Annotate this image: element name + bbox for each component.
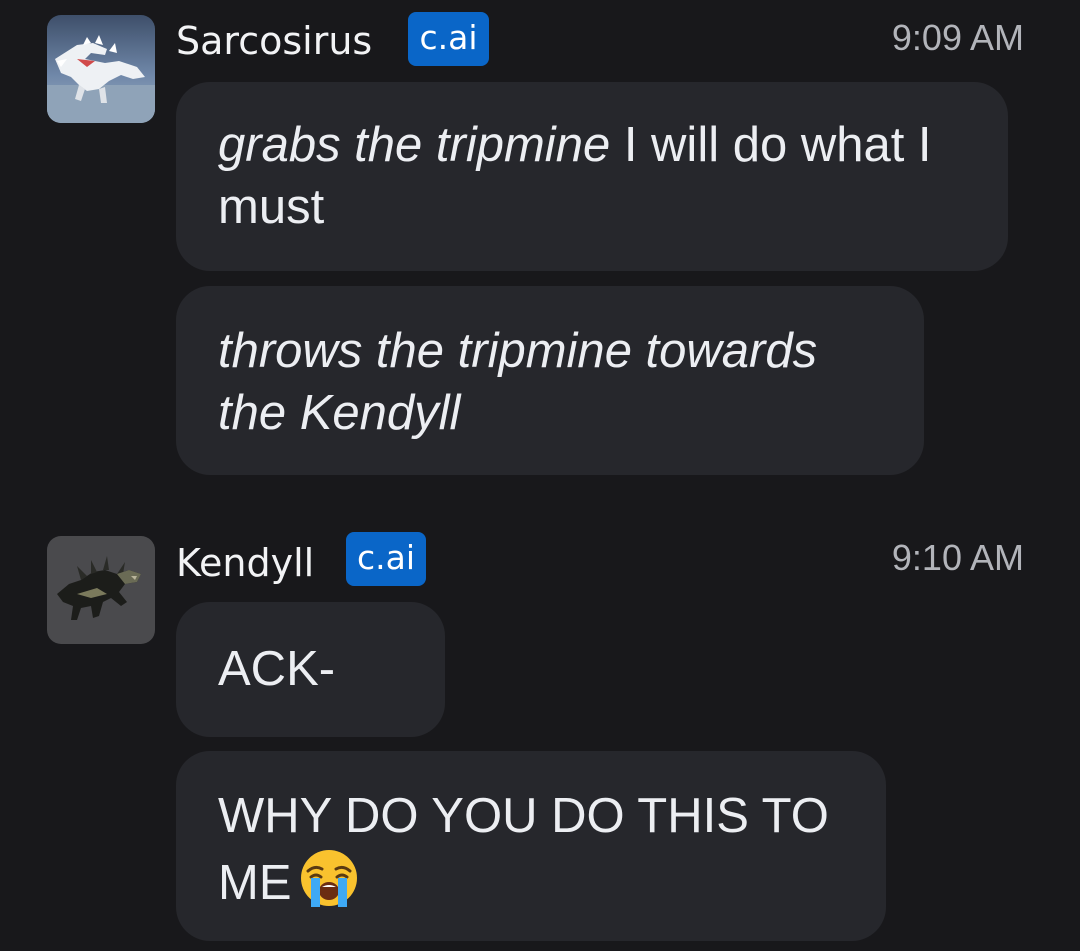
- message-timestamp: 9:09 AM: [891, 17, 1024, 58]
- dark-dinosaur-avatar[interactable]: [47, 536, 155, 644]
- message-bubble[interactable]: WHY DO YOU DO THIS TO ME: [176, 751, 886, 941]
- sender-name: Kendyll: [176, 541, 315, 585]
- message-bubble[interactable]: throws the tripmine towards the Kendyll: [176, 286, 924, 475]
- message-text: grabs the tripmine I will do what I must: [218, 114, 966, 238]
- action-text: throws the tripmine towards the Kendyll: [218, 324, 818, 440]
- message-text: ACK-: [218, 642, 336, 696]
- white-dinosaur-avatar[interactable]: [47, 15, 155, 123]
- message-text: WHY DO YOU DO THIS TO ME: [218, 785, 844, 914]
- message-bubble[interactable]: grabs the tripmine I will do what I must: [176, 82, 1008, 271]
- message-bubble[interactable]: ACK-: [176, 602, 445, 737]
- action-text: grabs the tripmine: [218, 118, 611, 172]
- sender-name: Sarcosirus: [176, 19, 373, 63]
- message-timestamp: 9:10 AM: [891, 537, 1024, 578]
- loudly-crying-face-emoji: [298, 847, 360, 909]
- cai-badge: c.ai: [346, 532, 426, 586]
- cai-badge: c.ai: [408, 12, 489, 66]
